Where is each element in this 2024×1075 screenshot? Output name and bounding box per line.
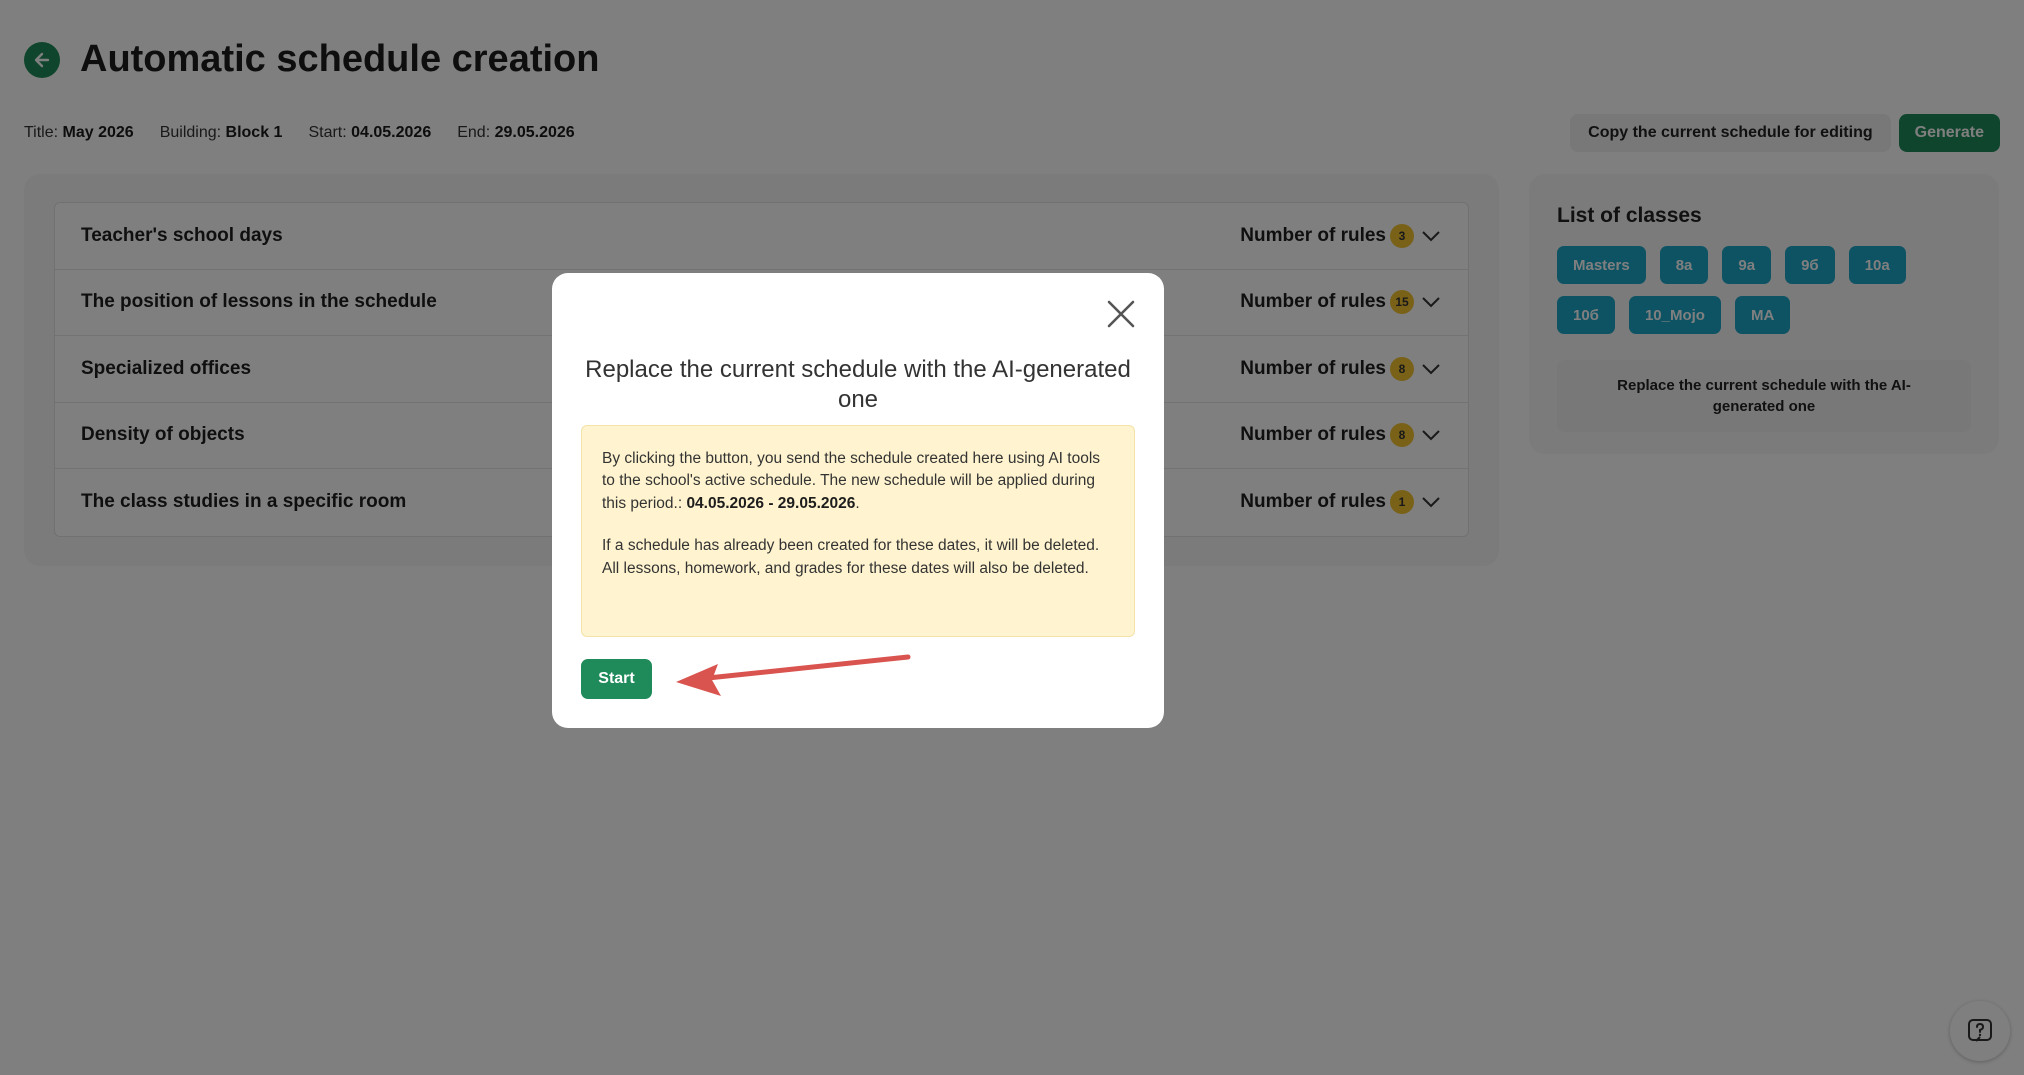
- notice-paragraph-2: If a schedule has already been created f…: [602, 537, 1100, 577]
- notice-dates: 04.05.2026 - 29.05.2026: [686, 494, 856, 512]
- replace-schedule-modal: Replace the current schedule with the AI…: [552, 273, 1164, 728]
- warning-notice: By clicking the button, you send the sch…: [581, 425, 1135, 637]
- modal-title: Replace the current schedule with the AI…: [585, 356, 1131, 413]
- start-button[interactable]: Start: [581, 659, 652, 699]
- notice-paragraph-1: By clicking the button, you send the sch…: [602, 448, 1114, 515]
- notice-period-end: .: [855, 494, 860, 512]
- close-icon[interactable]: [1104, 297, 1138, 331]
